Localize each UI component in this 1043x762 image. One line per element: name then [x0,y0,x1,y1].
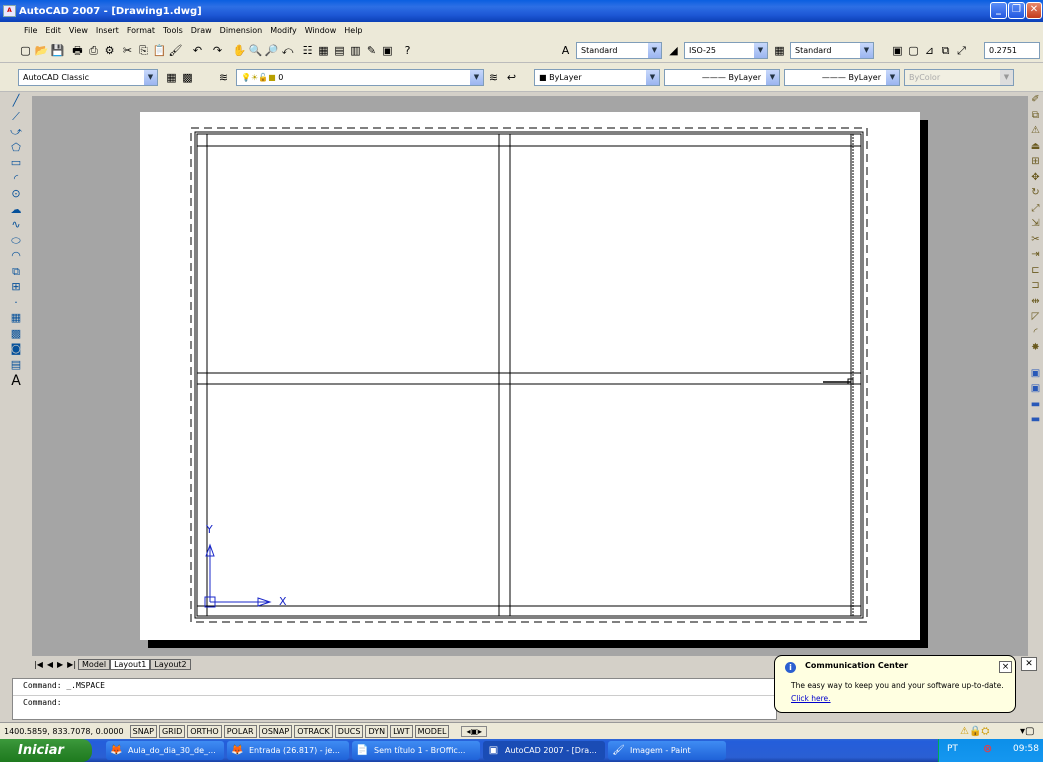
info-icon: i [785,662,796,673]
paint-icon: 🖌 [612,745,625,756]
otrack-toggle[interactable]: OTRACK [294,724,333,738]
snap-toggle[interactable]: SNAP [129,724,157,738]
firefox-icon: 🦊 [231,745,244,756]
command-window[interactable]: Command: _.MSPACE Command: [12,678,777,720]
viewport-frame [194,131,864,619]
ortho-toggle[interactable]: ORTHO [187,724,222,738]
communication-center-balloon: i Communication Center The easy way to k… [774,655,1016,713]
first-tab-icon[interactable]: |◀ [32,660,45,669]
balloon-title: Communication Center [805,661,909,670]
clock: 09:58 [1013,744,1039,754]
lwt-toggle[interactable]: LWT [390,724,413,738]
tab-layout2[interactable]: Layout2 [150,658,191,670]
autocad-icon: ▣ [488,745,499,756]
coordinate-readout: 1400.5859, 833.7078, 0.0000 [4,726,124,736]
task-firefox-entrada[interactable]: 🦊 Entrada (26.817) - je... [227,741,349,760]
balloon-link[interactable]: Click here. [791,694,831,703]
tab-layout1[interactable]: Layout1 [110,658,151,670]
osnap-toggle[interactable]: OSNAP [258,724,293,738]
grid-toggle[interactable]: GRID [158,724,186,738]
comm-center-tray-icon[interactable]: ⚠🔒⛭ [960,726,989,737]
second-close-icon[interactable]: ✕ [1021,657,1037,671]
layout-tabs-bar: |◀ ◀ ▶ ▶| Model Layout1 Layout2 [32,657,772,671]
firefox-icon: 🦊 [110,745,123,756]
command-prompt[interactable]: Command: [13,695,776,709]
document-icon: 📄 [356,745,369,756]
drawing-geometry [190,127,868,623]
dyn-toggle[interactable]: DYN [365,724,389,738]
system-tray: PT ⊗ 09:58 [938,739,1043,762]
status-bar: 1400.5859, 833.7078, 0.0000 SNAP GRID OR… [0,722,1043,739]
maximize-viewport-icon[interactable]: ◂▣▸ [461,725,488,737]
prev-tab-icon[interactable]: ◀ [45,660,55,669]
printable-area-border [190,127,868,623]
ucs-y-label: Y [206,523,213,536]
language-indicator[interactable]: PT [947,744,958,754]
tab-model[interactable]: Model [78,658,111,670]
ucs-x-label: X [279,595,287,608]
task-paint[interactable]: 🖌 Imagem - Paint [608,741,726,760]
balloon-close-button[interactable]: × [999,661,1012,673]
status-bar-menu-icon[interactable]: ▾▢ [1020,726,1034,737]
balloon-text: The easy way to keep you and your softwa… [791,681,1004,690]
ducs-toggle[interactable]: DUCS [334,724,364,738]
start-button[interactable]: Iniciar [0,739,92,762]
last-tab-icon[interactable]: ▶| [65,660,78,669]
viewport-frame-inner [196,133,862,617]
task-firefox-aula[interactable]: 🦊 Aula_do_dia_30_de_... [106,741,224,760]
polar-toggle[interactable]: POLAR [223,724,257,738]
task-broffice[interactable]: 📄 Sem título 1 - BrOffic... [352,741,480,760]
task-autocad[interactable]: ▣ AutoCAD 2007 - [Dra... [483,741,605,760]
tray-app-icon[interactable]: ⊗ [983,742,992,755]
next-tab-icon[interactable]: ▶ [55,660,65,669]
command-history-line: Command: _.MSPACE [23,681,105,690]
windows-taskbar: Iniciar 🦊 Aula_do_dia_30_de_... 🦊 Entrada … [0,739,1043,762]
model-toggle[interactable]: MODEL [414,724,450,738]
